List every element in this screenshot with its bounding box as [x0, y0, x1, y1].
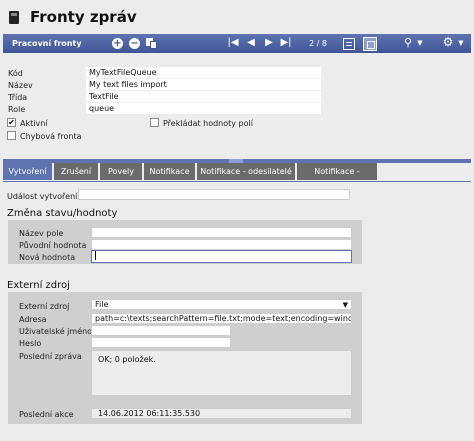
code-label: Kód [8, 69, 23, 78]
new-value-input[interactable] [91, 250, 352, 263]
external-source-select[interactable]: File ▼ [91, 299, 352, 310]
settings-dropdown-icon[interactable]: ▼ [457, 37, 465, 49]
title-bar: Fronty zpráv [0, 0, 474, 34]
form-view-icon[interactable] [363, 37, 377, 51]
active-label: Aktivní [20, 119, 48, 128]
remove-icon[interactable]: − [129, 38, 140, 49]
external-source-box: Externí zdroj File ▼ Adresa path=c:\text… [8, 292, 362, 424]
tab-creation[interactable]: Vytvoření [3, 163, 53, 180]
copy-icon[interactable] [146, 38, 158, 50]
error-queue-checkbox[interactable] [7, 131, 16, 140]
toolbar-label: Pracovní fronty [12, 39, 82, 48]
username-label: Uživatelské jméno [19, 327, 93, 336]
next-record-icon[interactable]: ▶ [264, 37, 274, 49]
field-name-input[interactable] [91, 227, 352, 238]
role-field[interactable]: queue [86, 103, 321, 114]
address-label: Adresa [19, 315, 47, 324]
creation-event-select[interactable] [78, 189, 350, 200]
name-label: Název [8, 81, 33, 90]
tab-commands[interactable]: Povely [100, 163, 143, 180]
first-record-icon[interactable]: |◀ [227, 37, 239, 49]
class-field[interactable]: TextFile [86, 91, 321, 102]
class-label: Třída [8, 93, 28, 102]
code-field[interactable]: MyTextFileQueue [86, 67, 321, 78]
external-source-value: File [95, 300, 109, 309]
page-indicator: 2 / 8 [309, 39, 327, 48]
last-record-icon[interactable]: ▶| [280, 37, 292, 49]
translate-values-checkbox[interactable] [150, 118, 159, 127]
text-cursor [95, 251, 96, 260]
creation-panel: Událost vytvoření Změna stavu/hodnoty Ná… [3, 182, 471, 441]
toolbar: Pracovní fronty + − |◀ ◀ ▶ ▶| 2 / 8 ⚲ ▼ … [3, 34, 471, 53]
original-value-label: Původní hodnota [19, 241, 87, 250]
tab-bar: Vytvoření Zrušení Povely Notifikace Noti… [3, 163, 471, 193]
address-input[interactable]: path=c:\texts;searchPattern=file.txt;mod… [91, 313, 352, 324]
search-dropdown-icon[interactable]: ▼ [416, 37, 424, 49]
original-value-input[interactable] [91, 239, 352, 250]
password-label: Heslo [19, 339, 42, 348]
page-title: Fronty zpráv [30, 8, 137, 26]
last-action-field: 14.06.2012 06:11:35.530 [91, 408, 352, 419]
new-value-label: Nová hodnota [19, 253, 76, 262]
translate-values-label: Překládat hodnoty polí [163, 119, 253, 128]
username-input[interactable] [91, 325, 231, 336]
last-message-field: OK; 0 položek. [91, 350, 352, 396]
list-view-icon[interactable] [343, 38, 355, 50]
role-label: Role [8, 105, 26, 114]
state-change-title: Změna stavu/hodnoty [7, 208, 118, 219]
error-queue-label: Chybová fronta [20, 132, 82, 141]
state-change-box: Název pole Původní hodnota Nová hodnota [8, 220, 362, 264]
last-message-label: Poslední zpráva [19, 352, 82, 361]
tab-notifications[interactable]: Notifikace [144, 163, 196, 180]
active-checkbox[interactable]: ✔ [7, 118, 16, 127]
password-input[interactable] [91, 337, 231, 348]
creation-event-label: Událost vytvoření [7, 192, 78, 201]
queue-icon [9, 11, 19, 24]
previous-record-icon[interactable]: ◀ [246, 37, 256, 49]
add-icon[interactable]: + [112, 38, 123, 49]
last-action-label: Poslední akce [19, 410, 74, 419]
tab-notification-senders[interactable]: Notifikace - odesilatelé [197, 163, 296, 180]
tab-notification-recipients[interactable]: Notifikace - příjemci [297, 163, 378, 193]
queue-form: Kód MyTextFileQueue Název My text files … [3, 53, 471, 159]
external-source-title: Externí zdroj [7, 280, 70, 291]
dropdown-arrow-icon[interactable]: ▼ [343, 301, 348, 309]
name-field[interactable]: My text files import [86, 79, 321, 90]
tab-cancellation[interactable]: Zrušení [54, 163, 99, 180]
external-source-label: Externí zdroj [19, 302, 70, 311]
gear-icon[interactable]: ⚙ [441, 36, 455, 48]
field-name-label: Název pole [19, 229, 64, 238]
binoculars-icon[interactable]: ⚲ [401, 37, 415, 49]
